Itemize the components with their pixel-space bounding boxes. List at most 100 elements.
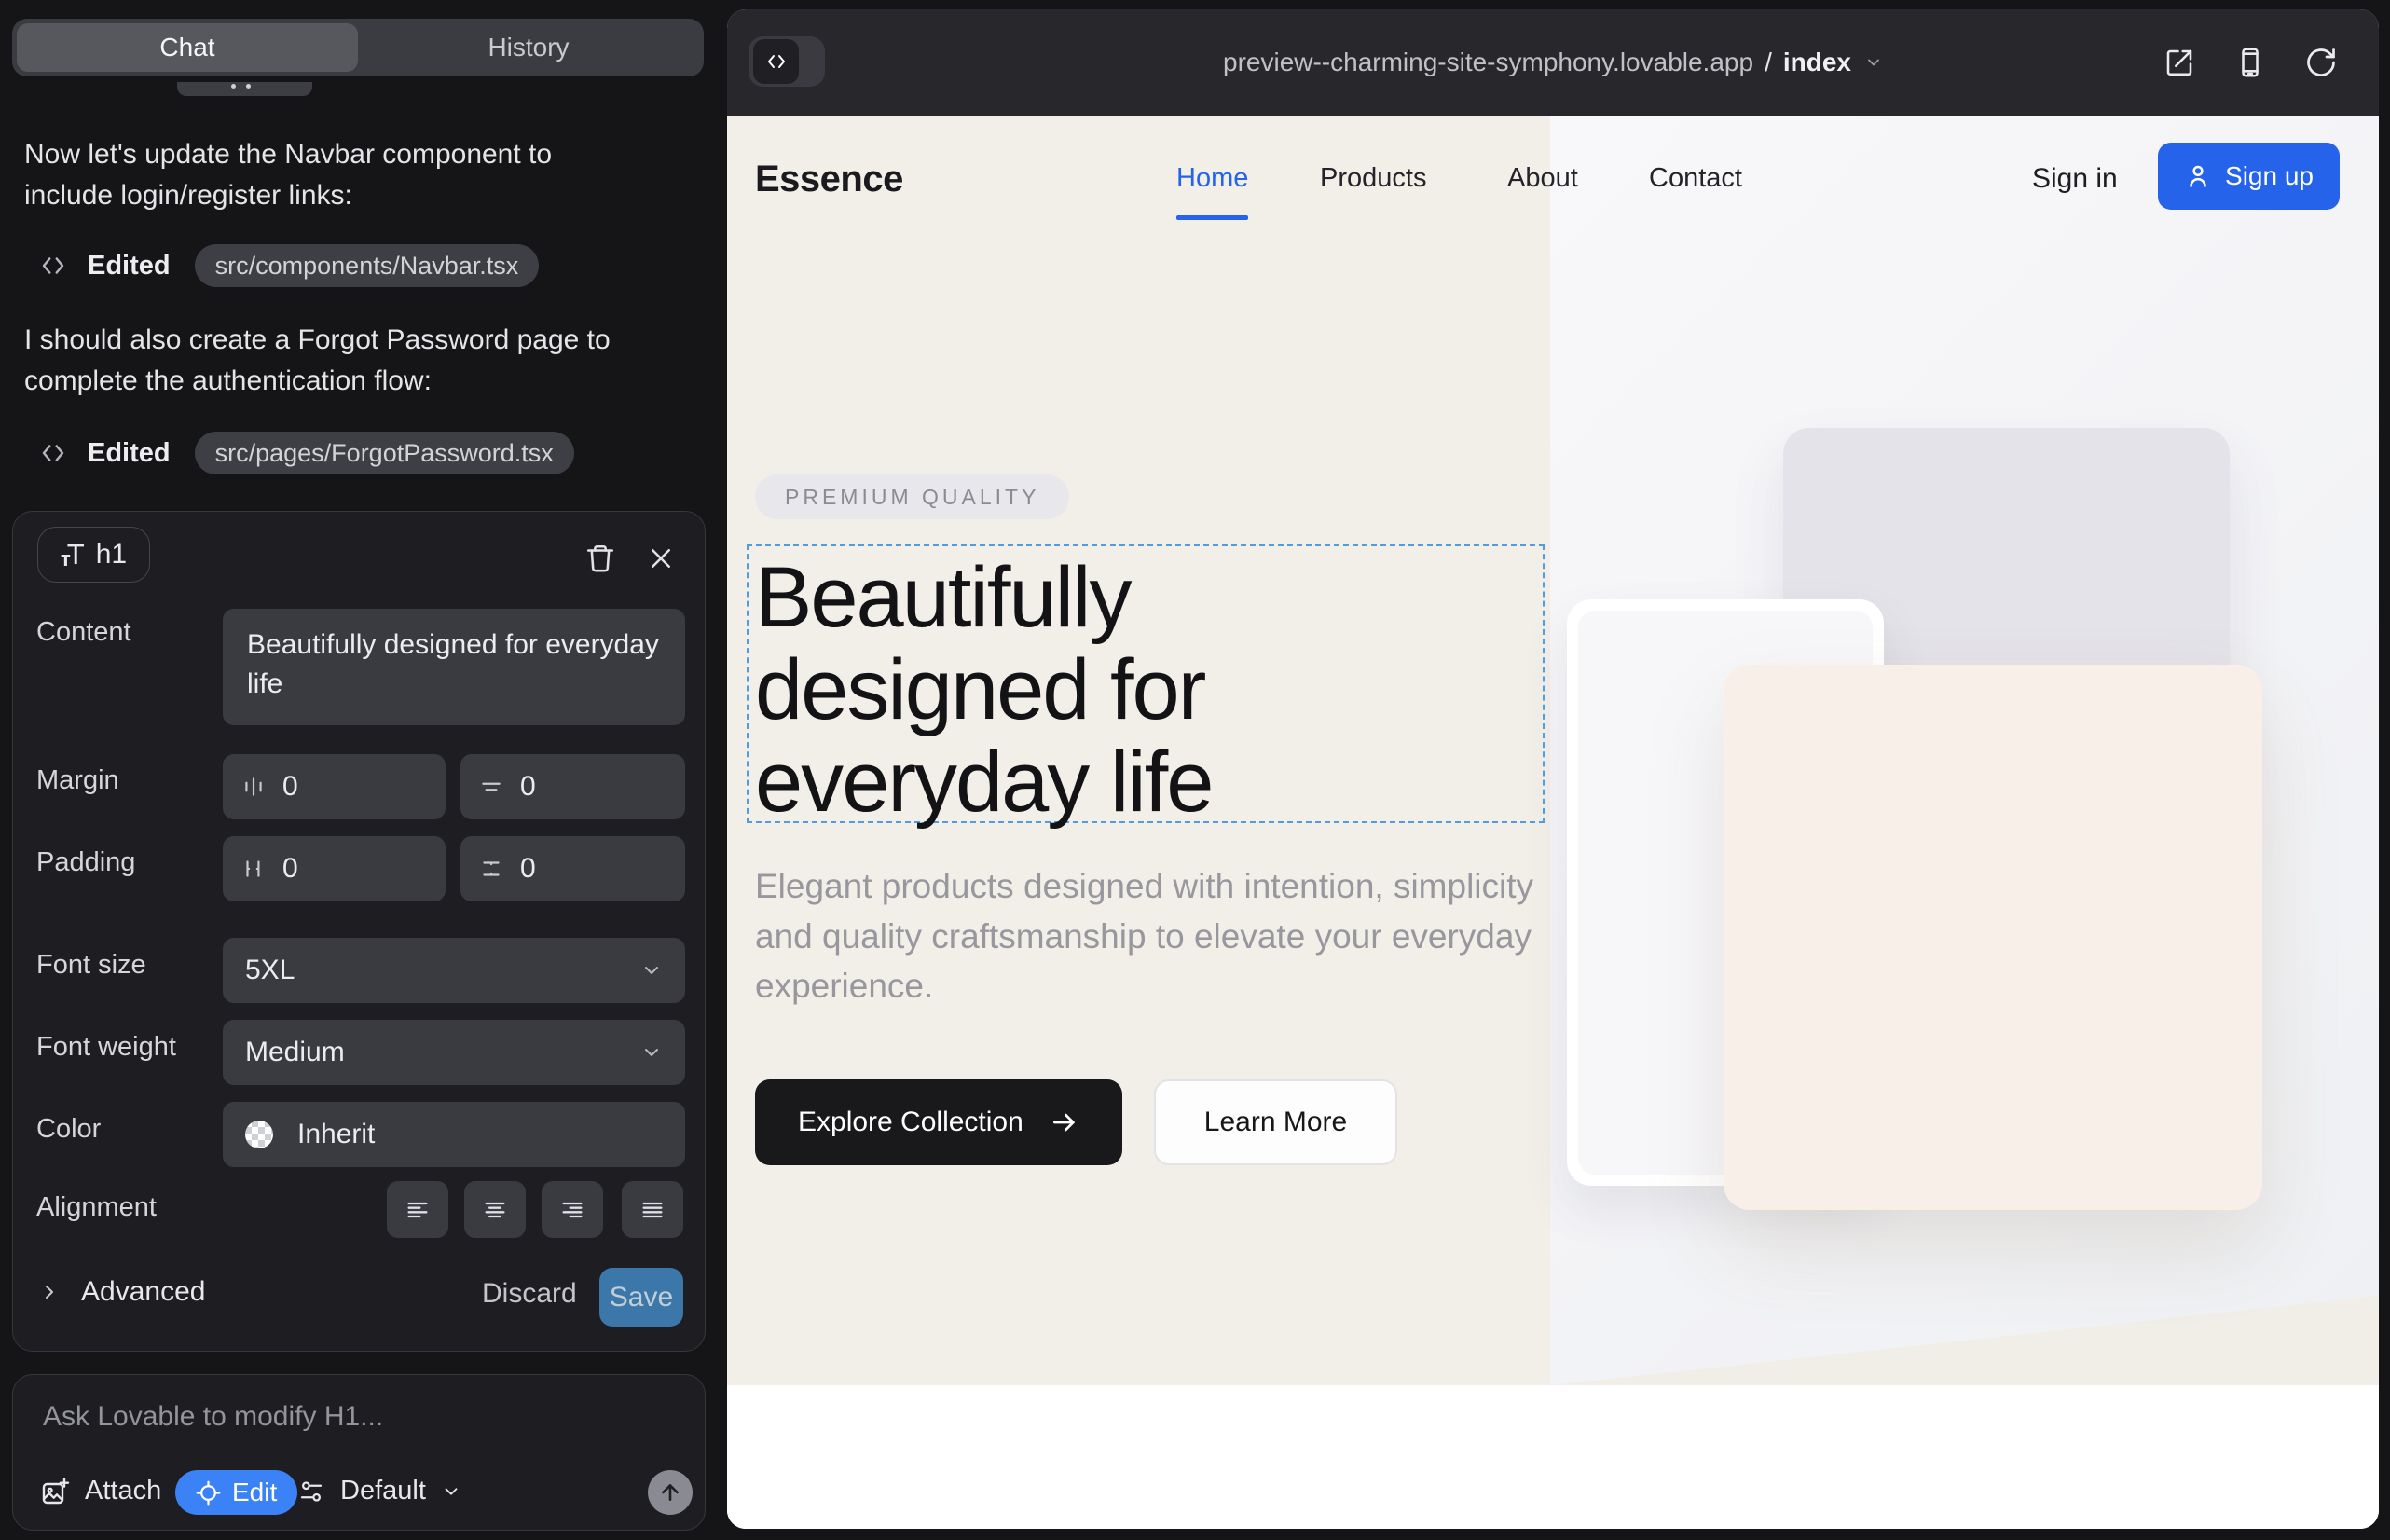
arrow-right-icon bbox=[1050, 1107, 1079, 1137]
hero-heading-line: Beautifully bbox=[755, 552, 1212, 644]
refresh-icon[interactable] bbox=[2304, 46, 2338, 79]
color-label: Color bbox=[36, 1114, 101, 1145]
tab-history[interactable]: History bbox=[358, 23, 699, 72]
edited-file-row: Edited src/components/Navbar.tsx bbox=[39, 244, 539, 287]
composer-toolbar: Attach Edit Default bbox=[13, 1468, 705, 1517]
chevron-down-icon bbox=[640, 959, 663, 982]
padding-y-value: 0 bbox=[520, 853, 536, 885]
url-separator: / bbox=[1765, 48, 1772, 77]
url-page: index bbox=[1783, 48, 1851, 77]
user-icon bbox=[2184, 162, 2212, 190]
decor-card-cream bbox=[1724, 665, 2262, 1210]
font-weight-label: Font weight bbox=[36, 1032, 176, 1063]
premium-quality-badge: PREMIUM QUALITY bbox=[755, 474, 1069, 519]
delete-element-button[interactable] bbox=[584, 543, 616, 574]
padding-x-value: 0 bbox=[282, 853, 298, 885]
sign-up-button[interactable]: Sign up bbox=[2158, 143, 2340, 210]
send-button[interactable] bbox=[648, 1470, 693, 1515]
padding-vertical-icon bbox=[479, 857, 503, 881]
target-icon bbox=[196, 1480, 221, 1506]
dot bbox=[231, 84, 236, 89]
nav-link-home[interactable]: Home bbox=[1176, 163, 1248, 194]
font-size-select[interactable]: 5XL bbox=[223, 938, 685, 1003]
margin-y-input[interactable]: 0 bbox=[460, 754, 685, 819]
composer-input[interactable]: Ask Lovable to modify H1... bbox=[43, 1401, 383, 1433]
hero-heading-line: designed for bbox=[755, 644, 1212, 736]
color-value: Inherit bbox=[297, 1119, 375, 1150]
element-tag-chip[interactable]: тT h1 bbox=[37, 527, 150, 583]
assistant-message: Now let's update the Navbar component to… bbox=[24, 134, 621, 217]
color-select[interactable]: Inherit bbox=[223, 1102, 685, 1167]
url-bar[interactable]: preview--charming-site-symphony.lovable.… bbox=[727, 9, 2379, 116]
font-weight-value: Medium bbox=[245, 1037, 345, 1068]
margin-x-input[interactable]: 0 bbox=[223, 754, 446, 819]
code-icon bbox=[39, 252, 67, 280]
nav-link-products[interactable]: Products bbox=[1320, 163, 1426, 194]
align-center-button[interactable] bbox=[464, 1181, 526, 1238]
edited-label: Edited bbox=[88, 251, 171, 282]
section-below-hero bbox=[727, 1385, 2379, 1529]
chat-sidebar: Chat History Now let's update the Navbar… bbox=[0, 0, 727, 1540]
align-justify-button[interactable] bbox=[622, 1181, 683, 1238]
mode-select[interactable]: Default bbox=[297, 1476, 461, 1506]
margin-x-value: 0 bbox=[282, 771, 298, 803]
nav-link-about[interactable]: About bbox=[1507, 163, 1578, 194]
site-logo[interactable]: Essence bbox=[755, 158, 903, 200]
save-button[interactable]: Save bbox=[599, 1268, 683, 1327]
site-viewport: Essence Home Products About Contact Sign… bbox=[727, 116, 2379, 1529]
learn-more-button[interactable]: Learn More bbox=[1154, 1079, 1397, 1165]
advanced-toggle[interactable]: Advanced bbox=[38, 1276, 205, 1308]
font-weight-select[interactable]: Medium bbox=[223, 1020, 685, 1085]
image-plus-icon bbox=[40, 1477, 70, 1506]
attach-button[interactable]: Attach bbox=[40, 1476, 161, 1506]
font-size-value: 5XL bbox=[245, 955, 295, 986]
explore-collection-label: Explore Collection bbox=[798, 1107, 1023, 1138]
margin-horizontal-icon bbox=[241, 775, 266, 799]
discard-button[interactable]: Discard bbox=[482, 1278, 577, 1310]
chevron-right-icon bbox=[38, 1281, 61, 1303]
edited-file-chip[interactable]: src/components/Navbar.tsx bbox=[195, 244, 540, 287]
chevron-down-icon bbox=[441, 1481, 461, 1502]
alignment-label: Alignment bbox=[36, 1192, 157, 1223]
edited-label: Edited bbox=[88, 438, 171, 469]
nav-link-contact[interactable]: Contact bbox=[1649, 163, 1742, 194]
chevron-down-icon bbox=[1864, 53, 1883, 72]
hero-heading-line: everyday life bbox=[755, 736, 1212, 829]
margin-label: Margin bbox=[36, 765, 119, 796]
hero-heading[interactable]: Beautifully designed for everyday life bbox=[755, 552, 1212, 829]
padding-y-input[interactable]: 0 bbox=[460, 836, 685, 901]
chat-composer: Ask Lovable to modify H1... Attach Edit … bbox=[12, 1374, 706, 1531]
margin-y-value: 0 bbox=[520, 771, 536, 803]
edited-file-chip[interactable]: src/pages/ForgotPassword.tsx bbox=[195, 432, 574, 474]
edit-mode-button[interactable]: Edit bbox=[175, 1470, 297, 1515]
chrome-actions bbox=[2163, 9, 2338, 116]
open-in-new-tab-icon[interactable] bbox=[2163, 46, 2196, 79]
close-icon[interactable] bbox=[647, 544, 675, 572]
tab-chat[interactable]: Chat bbox=[17, 23, 358, 72]
mobile-view-icon[interactable] bbox=[2233, 46, 2267, 79]
element-tag-label: h1 bbox=[96, 539, 127, 571]
edited-file-row: Edited src/pages/ForgotPassword.tsx bbox=[39, 432, 574, 474]
advanced-label: Advanced bbox=[81, 1276, 205, 1308]
attach-label: Attach bbox=[85, 1476, 161, 1506]
type-icon: тT bbox=[61, 538, 85, 571]
color-swatch bbox=[245, 1121, 273, 1148]
content-input[interactable]: Beautifully designed for everyday life bbox=[223, 609, 685, 725]
hero-cta-row: Explore Collection Learn More bbox=[755, 1079, 1397, 1165]
content-label: Content bbox=[36, 617, 131, 648]
mode-label: Default bbox=[340, 1476, 426, 1506]
sign-in-link[interactable]: Sign in bbox=[2032, 163, 2118, 195]
scrolled-chip-partial bbox=[177, 82, 312, 96]
assistant-message: I should also create a Forgot Password p… bbox=[24, 320, 621, 403]
element-editor-panel: тT h1 Content Beautifully designed for e… bbox=[12, 511, 706, 1352]
browser-chrome: preview--charming-site-symphony.lovable.… bbox=[727, 9, 2379, 116]
preview-browser-panel: preview--charming-site-symphony.lovable.… bbox=[727, 9, 2379, 1529]
align-right-button[interactable] bbox=[542, 1181, 603, 1238]
margin-vertical-icon bbox=[479, 775, 503, 799]
explore-collection-button[interactable]: Explore Collection bbox=[755, 1079, 1122, 1165]
align-left-button[interactable] bbox=[387, 1181, 448, 1238]
padding-x-input[interactable]: 0 bbox=[223, 836, 446, 901]
sign-up-label: Sign up bbox=[2225, 161, 2314, 191]
padding-horizontal-icon bbox=[241, 857, 266, 881]
code-icon bbox=[39, 439, 67, 467]
